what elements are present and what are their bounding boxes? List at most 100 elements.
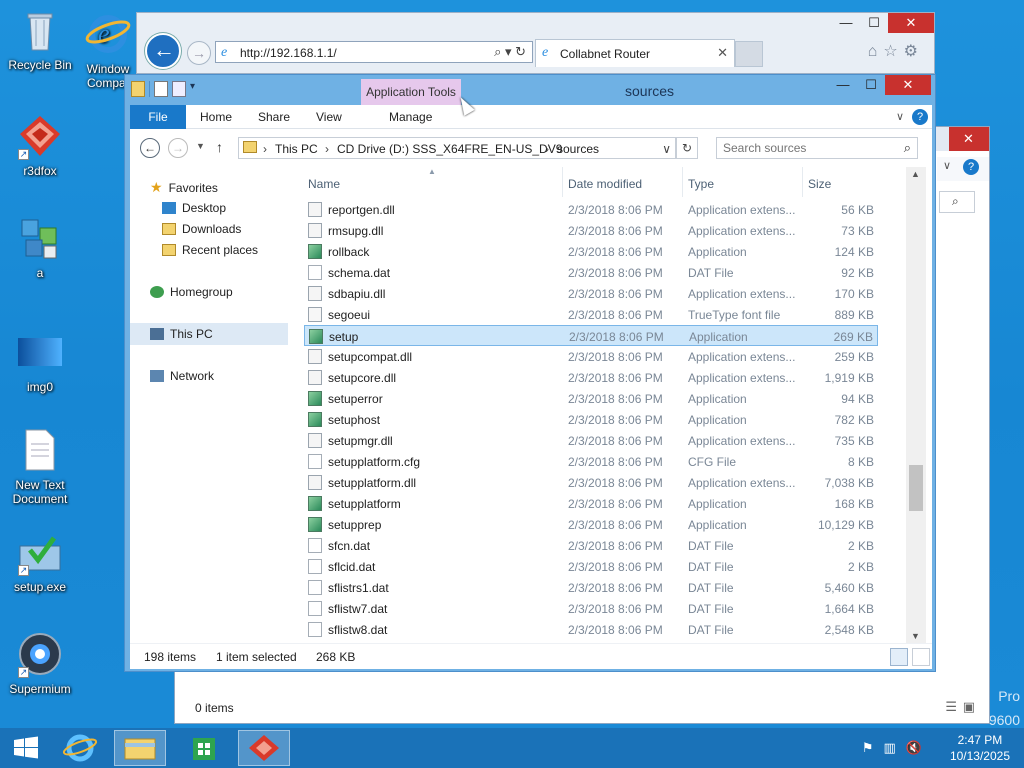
- table-row[interactable]: setupplatform.cfg 2/3/2018 8:06 PM CFG Fil…: [304, 451, 878, 472]
- table-row[interactable]: schema.dat 2/3/2018 8:06 PM DAT File 92 KB: [304, 262, 878, 283]
- desktop-icon-new-text-document[interactable]: New Text Document: [0, 426, 80, 506]
- up-arrow-icon[interactable]: ↑: [216, 139, 223, 155]
- back-button[interactable]: [145, 33, 181, 69]
- properties-icon[interactable]: [154, 81, 168, 97]
- background-close-button[interactable]: ✕: [949, 127, 989, 151]
- column-header-name[interactable]: Name: [308, 177, 340, 191]
- recent-locations-icon[interactable]: ▼: [196, 141, 205, 151]
- nav-favorites[interactable]: ★ Favorites: [150, 179, 218, 196]
- table-row[interactable]: setuperror 2/3/2018 8:06 PM Application 94 …: [304, 388, 878, 409]
- tab-close-icon[interactable]: ✕: [717, 45, 728, 61]
- breadcrumb-cd-drive[interactable]: CD Drive (D:) SSS_X64FRE_EN-US_DV9: [337, 142, 562, 156]
- table-row[interactable]: setup 2/3/2018 8:06 PM Application 269 KB: [304, 325, 878, 346]
- back-button[interactable]: ←: [140, 138, 160, 158]
- table-row[interactable]: reportgen.dll 2/3/2018 8:06 PM Application…: [304, 199, 878, 220]
- refresh-button[interactable]: ↻: [676, 137, 698, 159]
- table-row[interactable]: setupplatform 2/3/2018 8:06 PM Application…: [304, 493, 878, 514]
- large-icons-view-button[interactable]: [912, 648, 930, 666]
- nav-desktop[interactable]: Desktop: [162, 201, 226, 215]
- tab-home[interactable]: Home: [200, 105, 232, 129]
- nav-recent-places[interactable]: Recent places: [162, 243, 258, 257]
- thumbnail-view-icon[interactable]: ▣: [963, 699, 975, 715]
- explorer-window[interactable]: ▾ Application Tools sources — ☐ ✕ File H…: [124, 74, 936, 672]
- address-bar-tools[interactable]: ⌕ ▾ ↻: [494, 44, 526, 60]
- search-input[interactable]: [723, 139, 893, 157]
- desktop-icon-img0[interactable]: img0: [0, 328, 80, 394]
- table-row[interactable]: sflistw7.dat 2/3/2018 8:06 PM DAT File 1,66…: [304, 598, 878, 619]
- explorer-titlebar[interactable]: ▾ Application Tools sources — ☐ ✕: [125, 75, 935, 105]
- desktop-icon-r3dfox[interactable]: ↗ r3dfox: [0, 112, 80, 178]
- home-icon[interactable]: ⌂: [868, 43, 884, 60]
- desktop-icon-recycle-bin[interactable]: Recycle Bin: [0, 6, 80, 72]
- breadcrumb-sources[interactable]: sources: [557, 142, 599, 156]
- table-row[interactable]: setupplatform.dll 2/3/2018 8:06 PM Applica…: [304, 472, 878, 493]
- taskbar-r3dfox[interactable]: [238, 730, 290, 766]
- scrollbar-thumb[interactable]: [909, 465, 923, 511]
- start-button[interactable]: [6, 730, 46, 766]
- table-row[interactable]: sdbapiu.dll 2/3/2018 8:06 PM Application e…: [304, 283, 878, 304]
- taskbar-ie[interactable]: [54, 730, 106, 766]
- maximize-button[interactable]: ☐: [857, 75, 885, 95]
- scroll-down-icon[interactable]: ▼: [911, 631, 920, 641]
- breadcrumb-this-pc[interactable]: This PC: [275, 142, 318, 156]
- gear-icon[interactable]: ⚙: [904, 43, 924, 60]
- taskbar-file-explorer[interactable]: [114, 730, 166, 766]
- customize-qat-icon[interactable]: ▾: [190, 81, 195, 97]
- table-row[interactable]: setupcompat.dll 2/3/2018 8:06 PM Applicati…: [304, 346, 878, 367]
- new-folder-icon[interactable]: [172, 81, 186, 97]
- background-search-box[interactable]: ⌕: [939, 191, 975, 213]
- table-row[interactable]: sflcid.dat 2/3/2018 8:06 PM DAT File 2 KB: [304, 556, 878, 577]
- desktop-icon-setup-exe[interactable]: ↗ setup.exe: [0, 528, 80, 594]
- table-row[interactable]: rollback 2/3/2018 8:06 PM Application 124 K…: [304, 241, 878, 262]
- desktop-icon-a[interactable]: a: [0, 214, 80, 280]
- volume-muted-icon[interactable]: 🔇: [906, 740, 932, 755]
- forward-button[interactable]: →: [187, 41, 211, 65]
- table-row[interactable]: setupcore.dll 2/3/2018 8:06 PM Application…: [304, 367, 878, 388]
- flag-icon[interactable]: ⚑: [862, 740, 884, 755]
- clock[interactable]: 2:47 PM 10/13/2025: [950, 732, 1010, 764]
- expand-ribbon-icon[interactable]: ∨: [896, 110, 904, 123]
- table-row[interactable]: setupmgr.dll 2/3/2018 8:06 PM Application …: [304, 430, 878, 451]
- table-row[interactable]: rmsupg.dll 2/3/2018 8:06 PM Application ex…: [304, 220, 878, 241]
- help-icon[interactable]: ?: [963, 159, 979, 175]
- minimize-button[interactable]: —: [832, 13, 860, 33]
- address-bar[interactable]: e http://192.168.1.1/ ⌕ ▾ ↻: [215, 41, 533, 63]
- new-tab-button[interactable]: [735, 41, 763, 67]
- breadcrumb[interactable]: › This PC › CD Drive (D:) SSS_X64FRE_EN-…: [238, 137, 676, 159]
- details-view-button[interactable]: [890, 648, 908, 666]
- maximize-button[interactable]: ☐: [860, 13, 888, 33]
- column-separator[interactable]: [802, 167, 803, 197]
- table-row[interactable]: sflistw8.dat 2/3/2018 8:06 PM DAT File 2,54…: [304, 619, 878, 640]
- column-separator[interactable]: [562, 167, 563, 197]
- desktop-icon-supermium[interactable]: ↗ Supermium: [0, 630, 80, 696]
- help-icon[interactable]: ?: [912, 109, 928, 125]
- favorites-star-icon[interactable]: ☆: [883, 43, 903, 60]
- column-separator[interactable]: [682, 167, 683, 197]
- close-button[interactable]: ✕: [885, 75, 931, 95]
- chevron-down-icon[interactable]: ∨: [943, 159, 951, 172]
- table-row[interactable]: setuphost 2/3/2018 8:06 PM Application 782 …: [304, 409, 878, 430]
- details-view-icon[interactable]: ☰: [945, 699, 957, 715]
- column-header-date[interactable]: Date modified: [568, 177, 642, 191]
- browser-tab[interactable]: e Collabnet Router ✕: [535, 39, 735, 67]
- column-header-size[interactable]: Size: [808, 177, 831, 191]
- tab-file[interactable]: File: [130, 105, 186, 129]
- column-header-type[interactable]: Type: [688, 177, 714, 191]
- tab-manage[interactable]: Manage: [389, 105, 432, 129]
- forward-button[interactable]: →: [168, 138, 188, 158]
- chevron-down-icon[interactable]: ∨: [662, 142, 671, 156]
- close-button[interactable]: ✕: [888, 13, 934, 33]
- table-row[interactable]: setupprep 2/3/2018 8:06 PM Application 10,1…: [304, 514, 878, 535]
- table-row[interactable]: segoeui 2/3/2018 8:06 PM TrueType font fil…: [304, 304, 878, 325]
- network-status-icon[interactable]: ▥: [884, 740, 906, 755]
- nav-network[interactable]: Network: [150, 369, 214, 383]
- table-row[interactable]: sfcn.dat 2/3/2018 8:06 PM DAT File 2 KB: [304, 535, 878, 556]
- taskbar-store[interactable]: [178, 730, 230, 766]
- minimize-button[interactable]: —: [829, 75, 857, 95]
- vertical-scrollbar[interactable]: ▲ ▼: [906, 167, 926, 643]
- nav-this-pc[interactable]: This PC: [150, 327, 213, 341]
- tab-view[interactable]: View: [316, 105, 342, 129]
- table-row[interactable]: sflistrs1.dat 2/3/2018 8:06 PM DAT File 5,4…: [304, 577, 878, 598]
- nav-homegroup[interactable]: Homegroup: [150, 285, 233, 299]
- nav-downloads[interactable]: Downloads: [162, 222, 241, 236]
